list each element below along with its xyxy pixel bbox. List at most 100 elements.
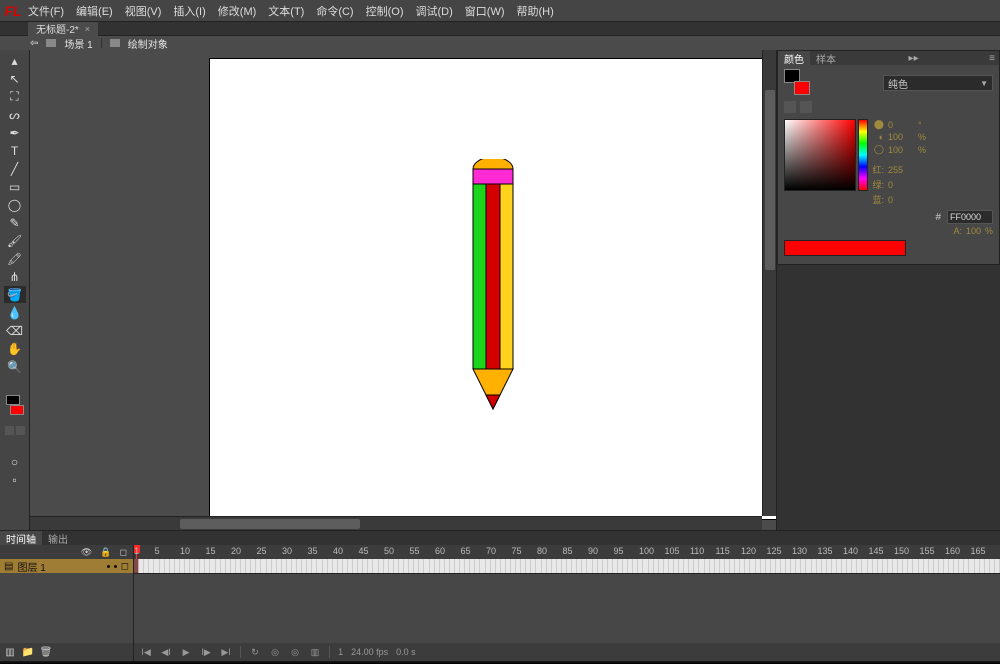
close-tab-icon[interactable]: × xyxy=(85,24,90,34)
onion-outline-button[interactable]: ◎ xyxy=(289,646,301,658)
stroke-color-swatch[interactable] xyxy=(6,395,20,405)
panel-menu-icon[interactable]: ≡ xyxy=(985,51,999,65)
document-tab[interactable]: 无标题-2* × xyxy=(28,22,98,36)
goto-first-button[interactable]: I◀ xyxy=(140,646,152,658)
eyedropper-tool[interactable]: 💧 xyxy=(4,304,26,321)
saturation-value-picker[interactable] xyxy=(784,119,856,191)
goto-last-button[interactable]: ▶I xyxy=(220,646,232,658)
hex-label: # xyxy=(935,212,941,223)
loop-button[interactable]: ↻ xyxy=(249,646,261,658)
frame-cell[interactable] xyxy=(134,559,139,573)
ruler-mark: 55 xyxy=(409,546,419,556)
panel-collapse-icon[interactable]: ▸▸ xyxy=(905,51,923,65)
menu-编辑[interactable]: 编辑(E) xyxy=(70,1,119,21)
visibility-header-icon[interactable]: 👁 xyxy=(81,547,92,558)
default-colors-icon[interactable] xyxy=(16,426,25,435)
deco-tool[interactable]: 🖍 xyxy=(4,250,26,267)
fill-type-value: 纯色 xyxy=(888,76,908,91)
delete-layer-button[interactable]: 🗑 xyxy=(40,646,52,658)
tab-timeline[interactable]: 时间轴 xyxy=(0,531,42,545)
tab-color[interactable]: 颜色 xyxy=(778,51,810,65)
hex-input[interactable] xyxy=(947,210,993,224)
layers-column: 👁 🔒 ◻ ▤ 图层 1 ◻ ▥ 📁 🗑 xyxy=(0,545,134,661)
menu-命令[interactable]: 命令(C) xyxy=(310,1,359,21)
vertical-scrollbar[interactable] xyxy=(762,50,776,516)
lock-header-icon[interactable]: 🔒 xyxy=(100,547,111,558)
free-transform-tool[interactable]: ⛶ xyxy=(4,88,26,105)
menu-窗口[interactable]: 窗口(W) xyxy=(459,1,511,21)
option-gap-icon[interactable]: ▫ xyxy=(4,471,26,488)
canvas[interactable] xyxy=(210,59,776,519)
option-snap-icon[interactable]: ○ xyxy=(4,453,26,470)
menu-文件[interactable]: 文件(F) xyxy=(22,1,70,21)
layer-row[interactable]: ▤ 图层 1 ◻ xyxy=(0,559,133,573)
hand-tool[interactable]: ✋ xyxy=(4,340,26,357)
ruler-mark: 90 xyxy=(588,546,598,556)
edit-multiple-button[interactable]: ▥ xyxy=(309,646,321,658)
ruler-mark: 155 xyxy=(919,546,934,556)
menu-调试[interactable]: 调试(D) xyxy=(410,1,459,21)
workspace: ▴↖⛶ᔕ✒T╱▭◯✎🖌🖍⋔🪣💧⌫✋🔍 ○ ▫ xyxy=(0,50,1000,530)
brush-tool[interactable]: 🖌 xyxy=(4,232,26,249)
stroke-fill-swatches[interactable] xyxy=(4,395,26,423)
current-frame: 1 xyxy=(338,647,343,657)
new-folder-button[interactable]: 📁 xyxy=(22,646,34,658)
pencil-tool[interactable]: ✎ xyxy=(4,214,26,231)
bone-tool[interactable]: ⋔ xyxy=(4,268,26,285)
fill-swatch[interactable] xyxy=(794,81,810,95)
frame-cell[interactable] xyxy=(995,559,1000,573)
menu-视图[interactable]: 视图(V) xyxy=(119,1,168,21)
back-icon[interactable]: ⇦ xyxy=(30,38,38,49)
fill-type-dropdown[interactable]: 纯色 ▼ xyxy=(883,75,993,91)
paint-bucket-tool[interactable]: 🪣 xyxy=(4,286,26,303)
timeline-panel: 时间轴 输出 👁 🔒 ◻ ▤ 图层 1 ◻ ▥ 📁 🗑 xyxy=(0,530,1000,661)
no-color-icon[interactable] xyxy=(784,101,796,113)
ruler-mark: 50 xyxy=(384,546,394,556)
ruler-mark: 130 xyxy=(792,546,807,556)
lasso-tool[interactable]: ᔕ xyxy=(4,106,26,123)
hue-slider[interactable] xyxy=(858,119,868,191)
pen-tool[interactable]: ✒ xyxy=(4,124,26,141)
stage-area xyxy=(30,50,776,530)
text-tool[interactable]: T xyxy=(4,142,26,159)
ruler-mark: 115 xyxy=(715,546,729,556)
scene-label[interactable]: 场景 1 xyxy=(64,36,92,51)
alpha-value: 100 xyxy=(966,226,981,236)
menu-文本[interactable]: 文本(T) xyxy=(262,1,310,21)
menu-插入[interactable]: 插入(I) xyxy=(167,1,211,21)
color-stroke-fill-swatches[interactable] xyxy=(784,69,812,97)
menu-修改[interactable]: 修改(M) xyxy=(212,1,263,21)
swap-mini-icon[interactable] xyxy=(800,101,812,113)
horizontal-scrollbar[interactable] xyxy=(30,516,762,530)
fill-color-swatch[interactable] xyxy=(10,405,24,415)
rectangle-tool[interactable]: ▭ xyxy=(4,178,26,195)
ruler-mark: 45 xyxy=(358,546,368,556)
new-layer-button[interactable]: ▥ xyxy=(4,646,16,658)
document-tab-title: 无标题-2* xyxy=(36,21,79,36)
frame-ruler[interactable]: 1510152025303540455055606570758085909510… xyxy=(134,545,1000,559)
menu-控制[interactable]: 控制(O) xyxy=(360,1,410,21)
zoom-tool[interactable]: 🔍 xyxy=(4,358,26,375)
swap-colors-icon[interactable] xyxy=(5,426,14,435)
tab-output[interactable]: 输出 xyxy=(42,531,74,545)
menu-帮助[interactable]: 帮助(H) xyxy=(511,1,560,21)
subselection-tool[interactable]: ↖ xyxy=(4,70,26,87)
ruler-mark: 1 xyxy=(134,546,139,556)
line-tool[interactable]: ╱ xyxy=(4,160,26,177)
ruler-mark: 80 xyxy=(537,546,547,556)
edit-object-label[interactable]: 绘制对象 xyxy=(128,36,168,51)
timeline-status-bar: I◀ ◀I ▶ I▶ ▶I ↻ ◎ ◎ ▥ 1 24.00 fps 0.0 s xyxy=(134,643,1000,661)
pencil-drawing[interactable] xyxy=(468,159,518,414)
chevron-down-icon: ▼ xyxy=(980,79,988,88)
oval-tool[interactable]: ◯ xyxy=(4,196,26,213)
eraser-tool[interactable]: ⌫ xyxy=(4,322,26,339)
selection-tool[interactable]: ▴ xyxy=(4,52,26,69)
play-button[interactable]: ▶ xyxy=(180,646,192,658)
step-fwd-button[interactable]: I▶ xyxy=(200,646,212,658)
ruler-mark: 5 xyxy=(154,546,159,556)
onion-skin-button[interactable]: ◎ xyxy=(269,646,281,658)
frame-track[interactable] xyxy=(134,559,1000,573)
tab-swatches[interactable]: 样本 xyxy=(810,51,842,65)
outline-header-icon[interactable]: ◻ xyxy=(120,547,127,558)
step-back-button[interactable]: ◀I xyxy=(160,646,172,658)
